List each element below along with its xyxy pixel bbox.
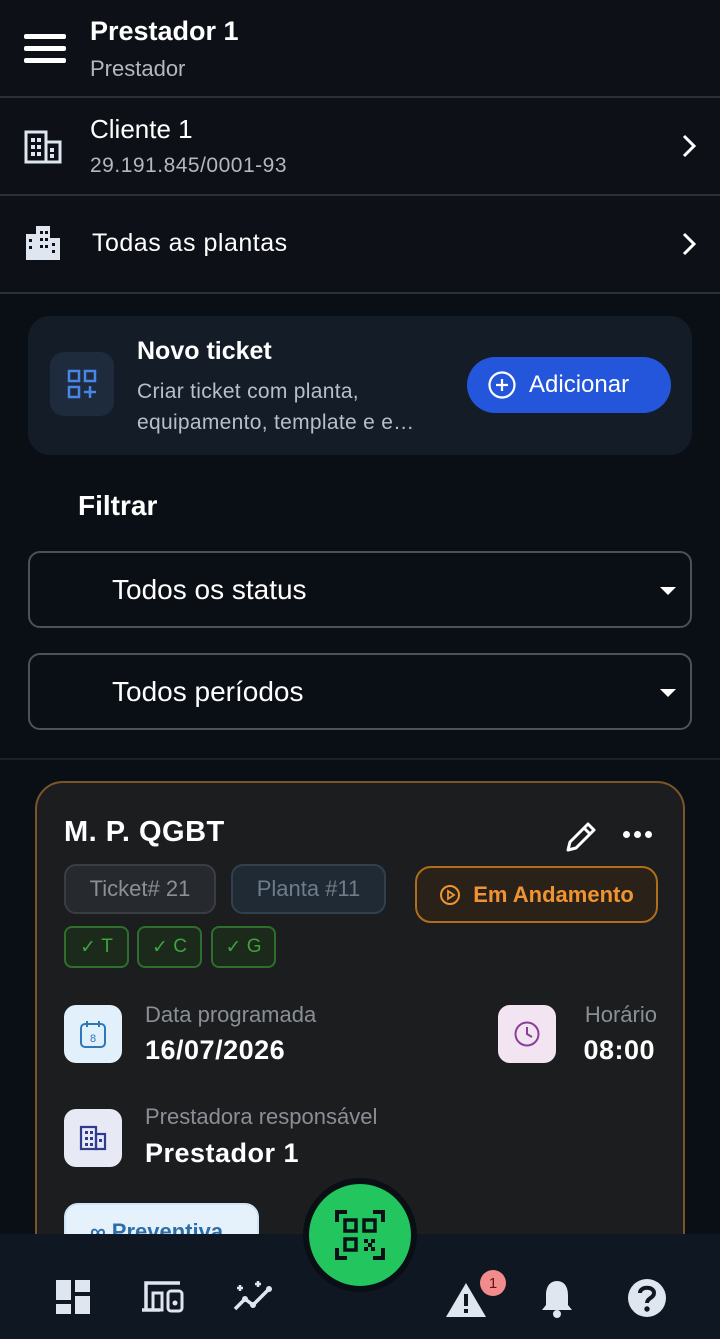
new-ticket-title: Novo ticket <box>137 337 272 365</box>
dropdown-arrow-icon <box>660 689 676 697</box>
building-icon <box>64 1109 122 1167</box>
building-icon <box>24 130 62 169</box>
dropdown-arrow-icon <box>660 587 676 595</box>
provider-label: Prestadora responsável <box>145 1104 378 1129</box>
check-g-badge: ✓ G <box>211 926 276 968</box>
help-icon[interactable] <box>627 1278 667 1323</box>
date-label: Data programada <box>145 1002 317 1027</box>
chevron-right-icon <box>682 232 697 261</box>
time-value: 08:00 <box>583 1035 655 1065</box>
plants-label: Todas as plantas <box>92 229 288 257</box>
status-badge: Em Andamento <box>415 866 658 923</box>
provider-role: Prestador <box>90 56 186 81</box>
period-select-value: Todos períodos <box>112 676 304 707</box>
date-value: 16/07/2026 <box>145 1035 286 1065</box>
period-select[interactable]: Todos períodos <box>28 653 692 730</box>
client-selector[interactable]: Cliente 1 29.191.845/0001-93 <box>0 98 720 196</box>
time-label: Horário <box>584 1002 657 1027</box>
clock-icon <box>498 1005 556 1063</box>
play-circle-icon <box>440 884 461 905</box>
more-options-icon[interactable] <box>623 831 652 838</box>
status-select[interactable]: Todos os status <box>28 551 692 628</box>
alerts-count-badge: 1 <box>480 1270 506 1296</box>
plants-selector[interactable]: Todas as plantas <box>0 196 720 294</box>
menu-icon[interactable] <box>24 34 66 70</box>
divider <box>0 758 720 760</box>
provider-name: Prestador 1 <box>90 16 239 46</box>
chevron-right-icon <box>682 134 697 163</box>
edit-icon[interactable] <box>563 819 599 860</box>
provider-value: Prestador 1 <box>145 1138 300 1168</box>
calendar-icon: 8 <box>64 1005 122 1063</box>
status-text: Em Andamento <box>473 881 634 907</box>
check-t-label: T <box>101 936 113 957</box>
status-select-value: Todos os status <box>112 574 307 605</box>
qr-code-icon <box>335 1210 385 1260</box>
filter-title: Filtrar <box>78 490 158 521</box>
dashboard-icon[interactable] <box>55 1279 91 1320</box>
analytics-icon[interactable] <box>232 1279 276 1320</box>
bell-icon[interactable] <box>540 1278 574 1323</box>
check-c-label: C <box>173 936 187 957</box>
grid-add-icon <box>50 352 114 416</box>
apartment-icon <box>24 224 62 267</box>
app-header: Prestador 1 Prestador <box>0 0 720 98</box>
planta-tag: Planta #11 <box>231 864 386 914</box>
check-t-badge: ✓ T <box>64 926 129 968</box>
check-g-label: G <box>246 936 262 957</box>
client-name: Cliente 1 <box>90 114 193 144</box>
qr-scan-button[interactable] <box>303 1178 417 1292</box>
ticket-title: M. P. QGBT <box>64 816 225 848</box>
devices-icon[interactable] <box>140 1279 186 1320</box>
check-c-badge: ✓ C <box>137 926 202 968</box>
ticket-number-tag: Ticket# 21 <box>64 864 216 914</box>
new-ticket-description: Criar ticket com planta, equipamento, te… <box>137 380 415 434</box>
add-circle-icon <box>488 371 516 399</box>
svg-text:8: 8 <box>90 1033 96 1045</box>
add-ticket-button[interactable]: Adicionar <box>467 357 671 413</box>
new-ticket-card: Novo ticket Criar ticket com planta, equ… <box>28 316 692 455</box>
client-cnpj: 29.191.845/0001-93 <box>90 154 288 177</box>
add-ticket-label: Adicionar <box>529 371 630 398</box>
